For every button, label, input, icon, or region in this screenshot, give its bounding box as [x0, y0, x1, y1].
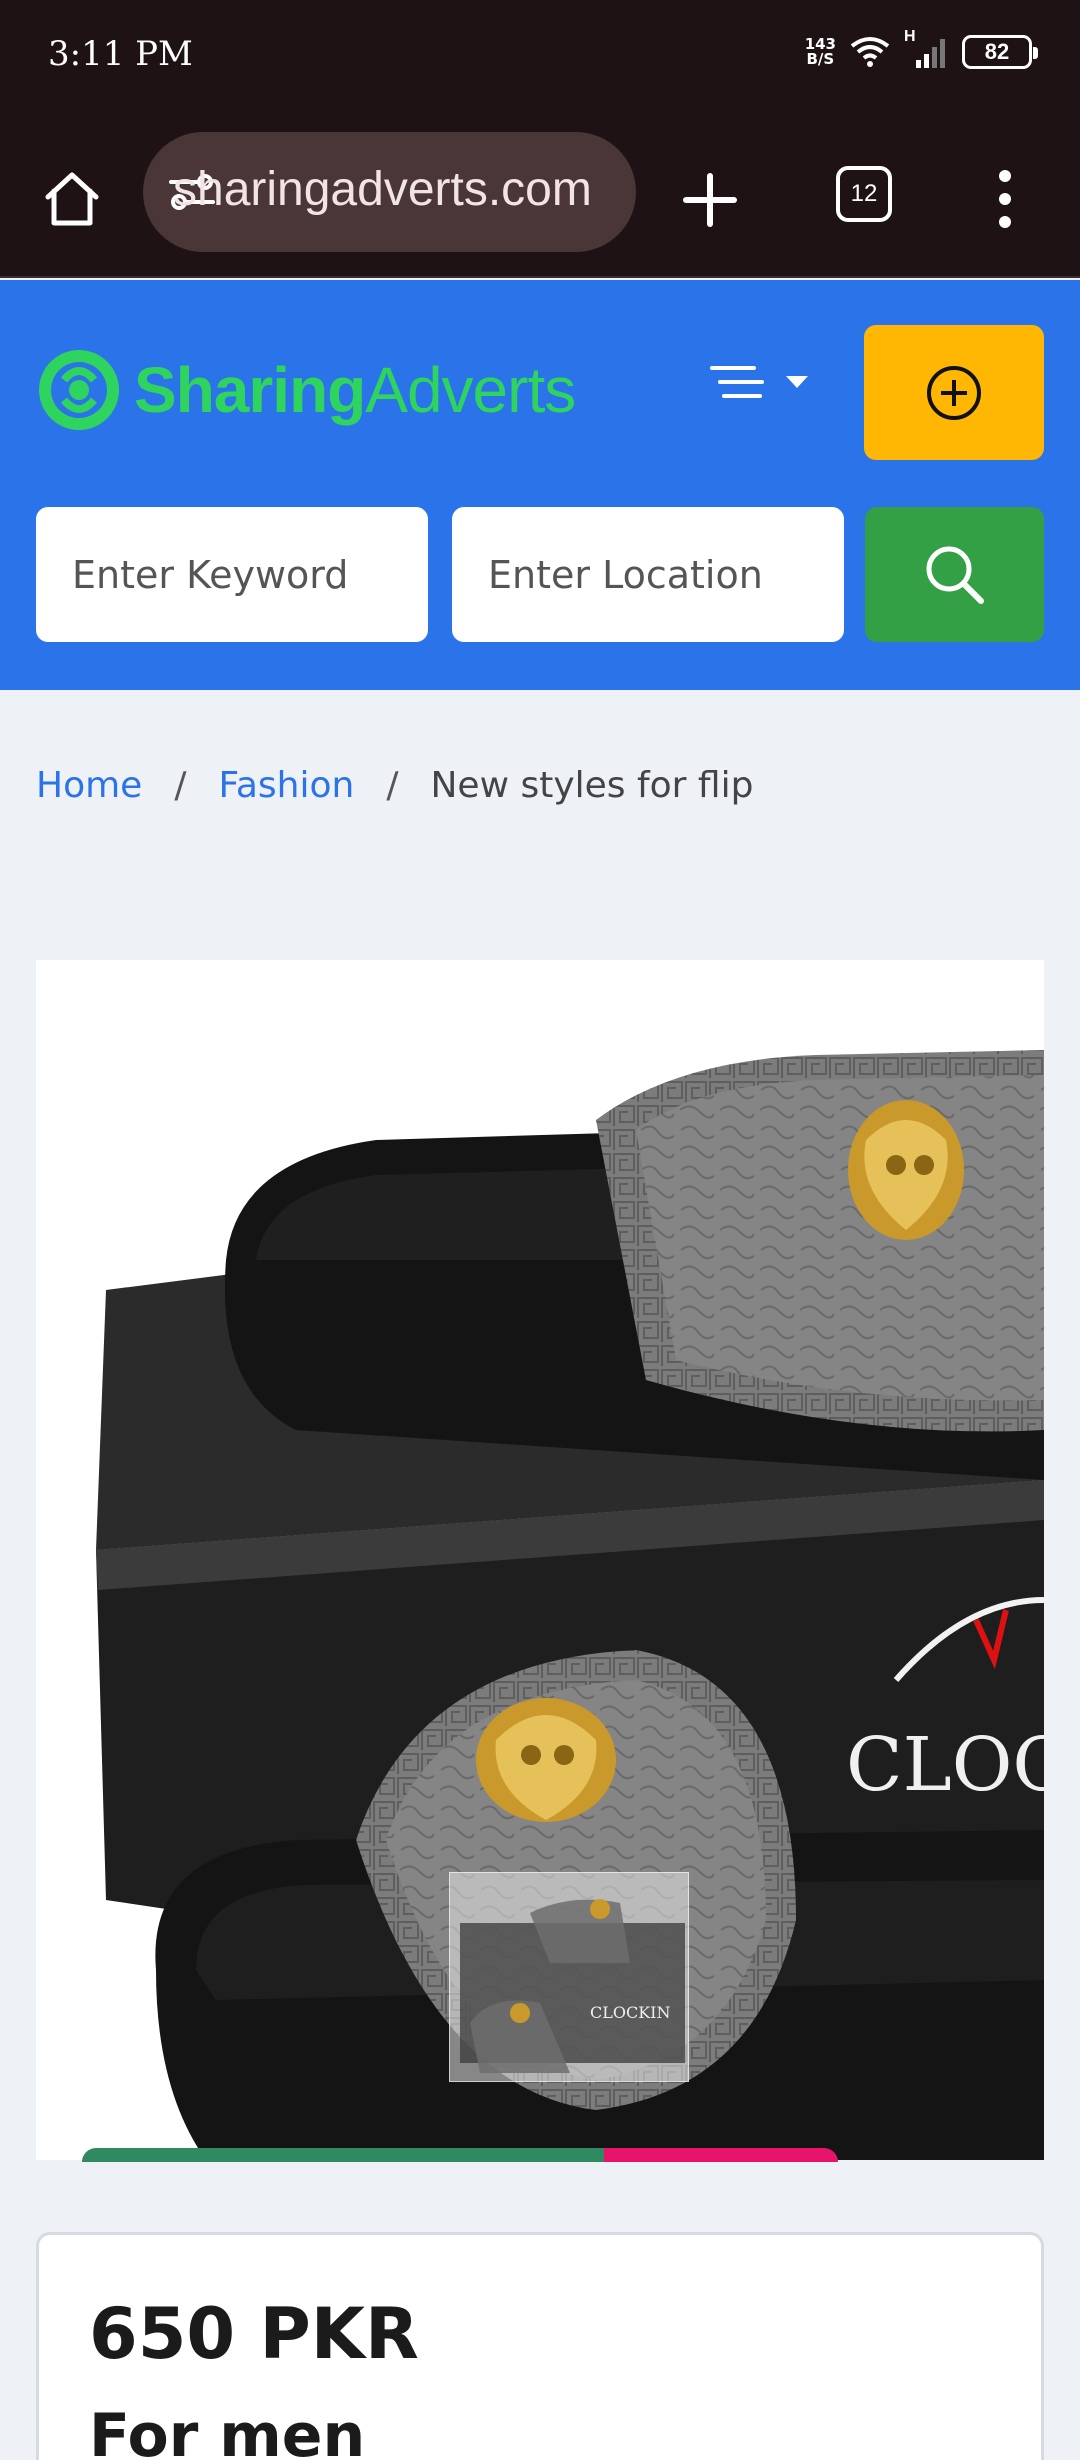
location-input[interactable]	[452, 507, 844, 642]
box-brand-text: CLOC	[846, 1722, 1044, 1808]
caret-down-icon	[786, 376, 808, 388]
search-button[interactable]	[865, 507, 1044, 642]
menu-lines-icon	[710, 366, 764, 398]
gold-medallion-top	[848, 1100, 964, 1240]
breadcrumb-separator: /	[174, 765, 187, 806]
progress-segment-primary	[82, 2148, 604, 2162]
breadcrumb-separator: /	[386, 765, 399, 806]
signal-icon: H	[904, 28, 948, 70]
keyword-input[interactable]	[36, 507, 428, 642]
breadcrumb-home[interactable]: Home	[36, 765, 142, 806]
tab-switcher-button[interactable]: 12	[836, 166, 892, 222]
image-progress-bar	[82, 2148, 838, 2162]
battery-indicator: 82	[962, 35, 1038, 69]
address-bar[interactable]: sharingadverts.com	[143, 132, 636, 252]
network-speed: 143 B/S	[805, 37, 836, 67]
status-icons: 143 B/S H 82	[805, 28, 1038, 74]
home-icon	[45, 172, 99, 226]
thumbnail-brand-text: CLOCKIN	[590, 2003, 671, 2022]
logo-text: SharingAdverts	[134, 353, 576, 427]
gold-medallion-bottom	[476, 1698, 616, 1822]
status-bar: 3:11 PM 143 B/S H 82	[0, 0, 1080, 110]
wifi-icon	[850, 37, 890, 67]
net-speed-unit: B/S	[806, 50, 835, 68]
plus-circle-icon	[927, 365, 981, 420]
category-menu-button[interactable]	[710, 362, 810, 402]
post-ad-button[interactable]	[864, 325, 1044, 460]
breadcrumb-category[interactable]: Fashion	[218, 765, 354, 806]
listing-title: For men	[89, 2401, 366, 2460]
progress-segment-secondary	[603, 2148, 838, 2162]
browser-toolbar: sharingadverts.com 12	[0, 110, 1080, 278]
home-button[interactable]	[36, 162, 108, 234]
logo-text-part2: Adverts	[365, 354, 576, 426]
logo-mark-icon	[39, 350, 119, 430]
site-header: SharingAdverts	[0, 280, 1080, 690]
search-icon	[926, 546, 984, 604]
logo-text-part1: Sharing	[134, 354, 366, 426]
more-options-icon[interactable]	[990, 164, 1020, 234]
status-time: 3:11 PM	[48, 34, 193, 74]
breadcrumb: Home / Fashion / New styles for flip	[36, 765, 753, 806]
product-image[interactable]: CLOC CLOCKIN	[36, 960, 1044, 2160]
image-thumbnail[interactable]: CLOCKIN	[449, 1872, 689, 2082]
listing-price: 650 PKR	[89, 2293, 419, 2375]
breadcrumb-current: New styles for flip	[430, 765, 754, 806]
url-text: sharingadverts.com	[173, 163, 592, 216]
site-logo[interactable]: SharingAdverts	[36, 332, 576, 448]
new-tab-icon[interactable]	[680, 170, 740, 230]
listing-card: 650 PKR For men	[36, 2232, 1044, 2460]
